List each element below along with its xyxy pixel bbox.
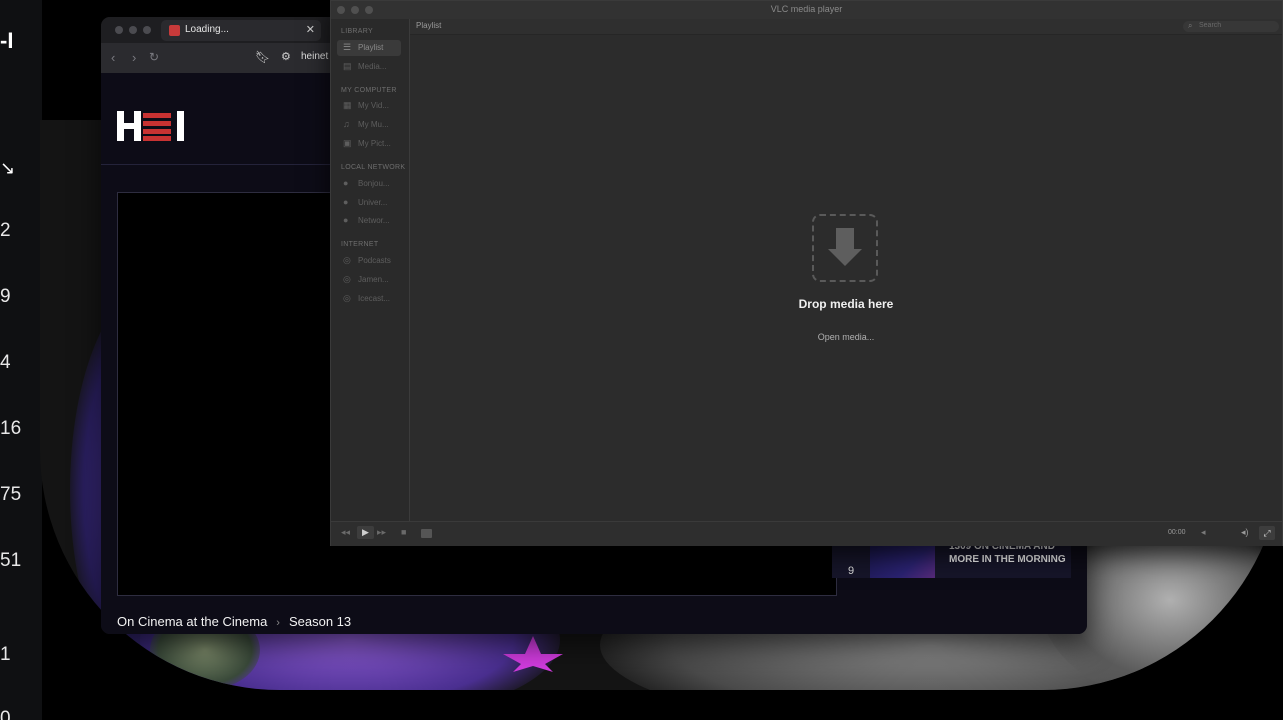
sidebar-item-label: My Vid... xyxy=(358,101,389,110)
drop-media-label: Drop media here xyxy=(798,297,894,311)
list-number: 16 xyxy=(0,418,22,439)
section-local-network: LOCAL NETWORK xyxy=(341,164,406,171)
sidebar-item-label: Playlist xyxy=(358,43,384,52)
section-internet: INTERNET xyxy=(341,241,379,248)
list-number: 0 xyxy=(0,708,11,720)
volume-down-icon[interactable]: ◂ xyxy=(1201,527,1206,538)
breadcrumb-season-link[interactable]: Season 13 xyxy=(289,614,351,629)
sidebar-item-media-library[interactable]: ▤ Media... xyxy=(337,59,401,75)
next-icon[interactable]: ▸▸ xyxy=(377,527,386,538)
download-arrow-head xyxy=(828,249,862,266)
sidebar-item-podcasts[interactable]: ◎ Podcasts xyxy=(337,253,401,269)
media-library-icon: ▤ xyxy=(343,61,352,71)
close-tab-icon[interactable]: ✕ xyxy=(306,23,315,36)
vlc-titlebar: VLC media player xyxy=(331,1,1282,20)
playlist-icon: ☰ xyxy=(343,42,352,52)
sidebar-item-label: My Mu... xyxy=(358,120,389,129)
sidebar-item-label: Univer... xyxy=(358,198,388,207)
forward-icon[interactable]: › xyxy=(132,50,136,65)
sidebar-item-label: My Pict... xyxy=(358,139,391,148)
playlist-toggle-icon[interactable] xyxy=(421,529,432,538)
vlc-control-bar: ◂◂ ▶ ▸▸ ■ 00:00 ◂ ◂) ⤢ xyxy=(331,521,1282,546)
search-field[interactable]: ⌕ Search xyxy=(1183,21,1279,32)
globe-icon: ● xyxy=(343,215,349,225)
section-my-computer: MY COMPUTER xyxy=(341,87,397,94)
list-number: 9 xyxy=(0,286,11,307)
list-number: 51 xyxy=(0,550,22,571)
sidebar-item-label: Networ... xyxy=(358,216,390,225)
minimize-window-button[interactable] xyxy=(129,26,137,34)
playlist-header-title: Playlist xyxy=(416,21,442,30)
time-display: 00:00 xyxy=(1168,529,1186,536)
podcast-icon: ◎ xyxy=(343,274,351,284)
episode-thumbnail xyxy=(870,546,935,578)
close-window-button[interactable] xyxy=(115,26,123,34)
drop-media-icon xyxy=(812,214,878,282)
sidebar-item-label: Jamen... xyxy=(358,275,389,284)
section-library: LIBRARY xyxy=(341,28,373,35)
vlc-window: VLC media player LIBRARY ☰ Playlist ▤ Me… xyxy=(330,0,1283,546)
sidebar-item-my-music[interactable]: ♫ My Mu... xyxy=(337,117,401,133)
list-number: 75 xyxy=(0,484,22,505)
search-icon: ⌕ xyxy=(1188,21,1193,30)
globe-icon: ● xyxy=(343,178,349,188)
list-number: 1 xyxy=(0,644,11,665)
playlist-header: Playlist ⌕ Search xyxy=(410,19,1282,35)
logo-fragment: -I xyxy=(0,28,14,53)
sidebar-item-icecast[interactable]: ◎ Icecast... xyxy=(337,291,401,307)
vlc-window-title: VLC media player xyxy=(770,4,843,14)
sidebar-item-upnp[interactable]: ● Univer... xyxy=(337,195,401,211)
sidebar-item-label: Icecast... xyxy=(358,294,391,303)
episode-number: 9 xyxy=(848,565,855,577)
vlc-playlist-area[interactable]: Playlist ⌕ Search Drop media here Open m… xyxy=(410,19,1282,521)
search-placeholder: Search xyxy=(1199,22,1222,29)
sidebar-item-my-videos[interactable]: ▦ My Vid... xyxy=(337,98,401,114)
episode-card[interactable]: 9 1309 ON CINEMA AND MORE IN THE MORNING xyxy=(832,543,1071,578)
browser-tab[interactable]: Loading... ✕ xyxy=(161,20,321,41)
hei-logo[interactable] xyxy=(117,111,185,141)
podcast-icon: ◎ xyxy=(343,255,351,265)
back-icon[interactable]: ‹ xyxy=(111,50,115,65)
globe-icon: ● xyxy=(343,197,349,207)
sidebar-item-label: Bonjou... xyxy=(358,179,390,188)
sidebar-item-label: Podcasts xyxy=(358,256,391,265)
address-bar[interactable]: heinet xyxy=(301,51,328,62)
breadcrumb-separator: › xyxy=(276,617,280,629)
episode-title: 1309 ON CINEMA AND MORE IN THE MORNING xyxy=(949,543,1066,565)
fullscreen-icon[interactable]: ⤢ xyxy=(1259,526,1275,540)
sidebar-item-my-pictures[interactable]: ▣ My Pict... xyxy=(337,136,401,152)
list-number: 2 xyxy=(0,220,11,241)
sidebar-item-label: Media... xyxy=(358,62,387,71)
reload-icon[interactable]: ↻ xyxy=(149,50,159,64)
previous-icon[interactable]: ◂◂ xyxy=(341,527,350,538)
favicon-icon xyxy=(169,25,180,36)
list-number: 4 xyxy=(0,352,11,373)
sidebar-item-playlist[interactable]: ☰ Playlist xyxy=(337,40,401,56)
stop-icon[interactable]: ■ xyxy=(401,527,406,537)
play-button[interactable]: ▶ xyxy=(357,526,374,539)
zoom-window-button[interactable] xyxy=(143,26,151,34)
download-arrow-shaft xyxy=(836,228,854,250)
breadcrumb: On Cinema at the Cinema › Season 13 xyxy=(117,614,351,629)
tab-title: Loading... xyxy=(185,24,229,35)
sidebar-item-bonjour[interactable]: ● Bonjou... xyxy=(337,176,401,192)
sidebar-item-jamendo[interactable]: ◎ Jamen... xyxy=(337,272,401,288)
music-note-icon: ♫ xyxy=(343,119,350,129)
star-shape xyxy=(503,636,563,672)
sort-arrows-icon[interactable]: ↘ xyxy=(0,158,15,179)
picture-icon: ▣ xyxy=(343,138,352,148)
open-media-button[interactable]: Open media... xyxy=(776,332,916,342)
bookmark-icon[interactable]: 🔖︎ xyxy=(255,50,270,64)
film-icon: ▦ xyxy=(343,100,352,110)
vlc-sidebar: LIBRARY ☰ Playlist ▤ Media... MY COMPUTE… xyxy=(331,19,410,521)
breadcrumb-show-link[interactable]: On Cinema at the Cinema xyxy=(117,614,267,629)
site-settings-icon[interactable]: ⚙ xyxy=(281,50,291,63)
podcast-icon: ◎ xyxy=(343,293,351,303)
sidebar-item-network-streams[interactable]: ● Networ... xyxy=(337,213,401,229)
volume-up-icon[interactable]: ◂) xyxy=(1241,527,1249,538)
left-sidebar-strip: -I ↘ 2 9 4 16 75 51 1 0 xyxy=(0,0,42,720)
